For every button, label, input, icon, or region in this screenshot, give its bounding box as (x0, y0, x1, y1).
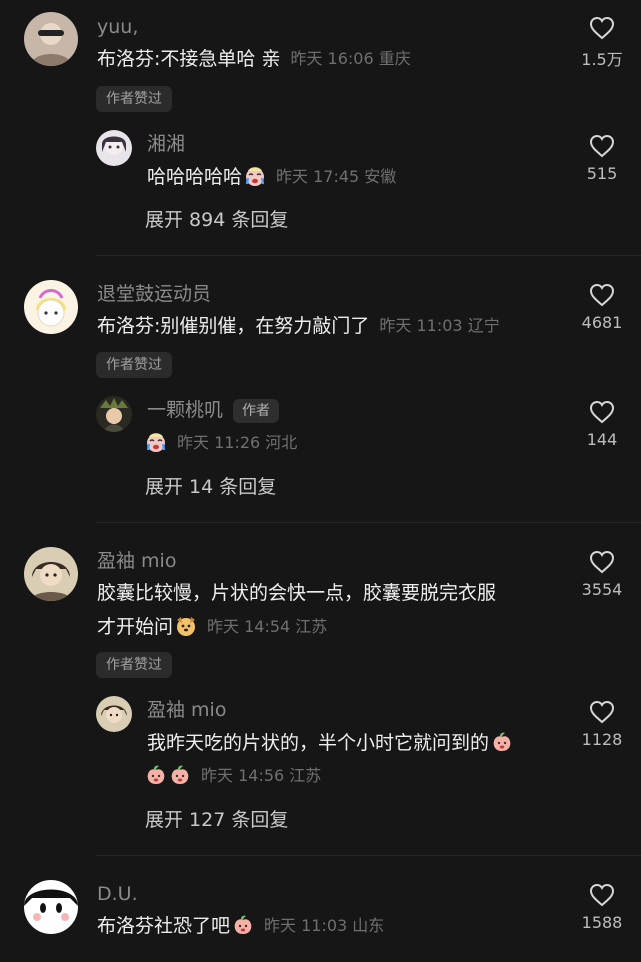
like-count: 3554 (581, 580, 623, 599)
heart-outline-icon (589, 400, 615, 424)
reply-meta: 昨天 14:56 江苏 (201, 766, 322, 785)
avatar[interactable] (96, 396, 132, 432)
expand-replies-button[interactable]: 展开 894 条回复 (145, 205, 288, 232)
reply-username[interactable]: 湘湘 (147, 132, 185, 156)
reply-text-line2: 昨天 14:56 江苏 (145, 763, 321, 789)
avatar[interactable] (96, 130, 132, 166)
like-button[interactable]: 4681 (567, 283, 637, 332)
author-liked-badge: 作者赞过 (96, 86, 172, 112)
comment-text: 布洛芬:别催别催，在努力敲门了 昨天 11:03 辽宁 (97, 313, 500, 339)
dog-face-emoji (175, 615, 197, 637)
comment-text: 布洛芬:不接急单哈 亲昨天 16:06 重庆 (97, 46, 411, 72)
like-button[interactable]: 3554 (567, 550, 637, 599)
divider (96, 522, 641, 523)
divider (96, 255, 641, 256)
like-count: 1588 (581, 913, 623, 932)
comment-body: 布洛芬:不接急单哈 亲 (97, 48, 281, 70)
reply-username[interactable]: 一颗桃叽 作者 (147, 398, 280, 423)
comment-body: 才开始问 (97, 616, 174, 638)
comment-text-line1: 胶囊比较慢，片状的会快一点，胶囊要脱完衣服 (97, 582, 497, 604)
comment-body: 布洛芬社恐了吧 (97, 915, 231, 937)
comment-meta: 昨天 14:54 江苏 (207, 617, 328, 636)
like-count: 1.5万 (581, 50, 623, 69)
heart-outline-icon (589, 283, 615, 307)
peach-face-emoji (232, 914, 254, 936)
comment-username[interactable]: 退堂鼓运动员 (97, 282, 211, 306)
peach-face-emoji (491, 731, 513, 753)
like-count: 4681 (581, 313, 623, 332)
reply-body: 我昨天吃的片状的，半个小时它就问到的 (147, 732, 490, 754)
avatar[interactable] (24, 547, 78, 601)
comment-body: 布洛芬:别催别催，在努力敲门了 (97, 315, 370, 337)
heart-outline-icon (589, 16, 615, 40)
comment-meta: 昨天 11:03 山东 (264, 916, 385, 935)
comment-username[interactable]: 盈袖 mio (97, 549, 176, 573)
heart-outline-icon (589, 883, 615, 907)
crying-face-emoji (145, 431, 167, 453)
crying-face-emoji (244, 165, 266, 187)
reply-body: 哈哈哈哈哈 (147, 166, 243, 188)
avatar[interactable] (24, 880, 78, 934)
peach-face-emoji (145, 764, 167, 786)
reply-username-text: 一颗桃叽 (147, 399, 224, 421)
avatar[interactable] (24, 280, 78, 334)
like-button[interactable]: 1128 (567, 700, 637, 749)
like-count: 515 (586, 164, 618, 183)
like-count: 1128 (581, 730, 623, 749)
like-button[interactable]: 515 (567, 134, 637, 183)
comment-meta: 昨天 16:06 重庆 (290, 49, 411, 68)
like-button[interactable]: 1.5万 (567, 16, 637, 70)
divider (96, 855, 641, 856)
avatar[interactable] (24, 12, 78, 66)
comment-text: 布洛芬社恐了吧 昨天 11:03 山东 (97, 913, 384, 939)
expand-replies-button[interactable]: 展开 14 条回复 (145, 472, 276, 499)
comment-username[interactable]: yuu, (97, 15, 138, 39)
reply-username[interactable]: 盈袖 mio (147, 698, 226, 722)
heart-outline-icon (589, 700, 615, 724)
reply-text: 昨天 11:26 河北 (145, 430, 297, 456)
reply-text: 哈哈哈哈哈 昨天 17:45 安徽 (147, 164, 396, 190)
reply-text: 我昨天吃的片状的，半个小时它就问到的 (147, 730, 513, 756)
reply-meta: 昨天 11:26 河北 (177, 433, 298, 452)
heart-outline-icon (589, 134, 615, 158)
like-button[interactable]: 144 (567, 400, 637, 449)
reply-meta: 昨天 17:45 安徽 (276, 167, 397, 186)
expand-replies-button[interactable]: 展开 127 条回复 (145, 805, 288, 832)
like-button[interactable]: 1588 (567, 883, 637, 932)
heart-outline-icon (589, 550, 615, 574)
comment-meta: 昨天 11:03 辽宁 (379, 316, 500, 335)
comment-username[interactable]: D.U. (97, 882, 138, 906)
peach-face-emoji (169, 764, 191, 786)
author-liked-badge: 作者赞过 (96, 352, 172, 378)
author-tag: 作者 (233, 399, 280, 423)
avatar[interactable] (96, 696, 132, 732)
like-count: 144 (586, 430, 618, 449)
author-liked-badge: 作者赞过 (96, 652, 172, 678)
comment-text-line2: 才开始问 昨天 14:54 江苏 (97, 614, 327, 640)
